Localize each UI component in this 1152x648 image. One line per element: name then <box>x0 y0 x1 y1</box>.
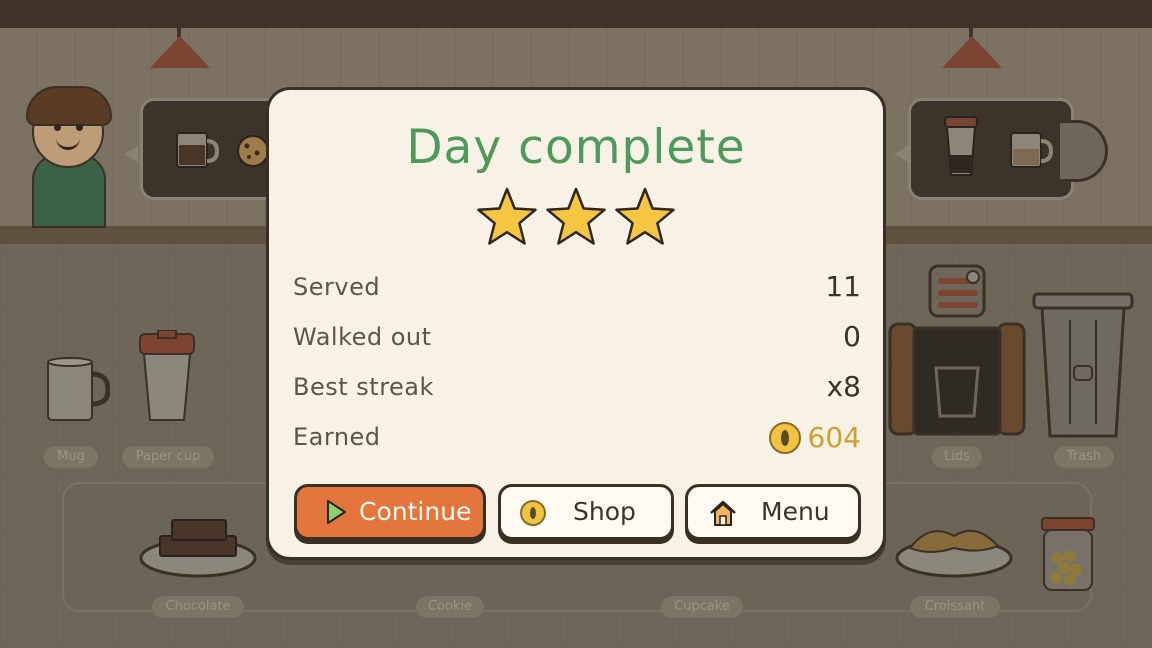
stat-row: Best streak x8 <box>293 367 861 407</box>
stat-label: Served <box>293 273 381 301</box>
star-rating <box>476 186 676 248</box>
play-icon <box>327 500 346 524</box>
menu-button[interactable]: Menu <box>685 484 861 540</box>
dialog-title: Day complete <box>406 120 746 175</box>
star-icon <box>615 187 675 245</box>
stat-value: x8 <box>826 370 861 403</box>
stat-value: 604 <box>768 417 861 458</box>
menu-button-label: Menu <box>761 497 830 526</box>
stat-label: Best streak <box>293 373 434 401</box>
star-icon <box>546 187 606 245</box>
day-complete-dialog: Day complete Continue Shop Menu Served 11… <box>266 87 886 560</box>
earned-amount: 604 <box>807 421 861 454</box>
stat-label: Earned <box>293 423 381 451</box>
coin-icon <box>768 422 801 454</box>
home-icon <box>710 500 736 526</box>
coin-icon <box>520 500 546 526</box>
stat-row: Served 11 <box>293 267 861 307</box>
stat-row: Earned 604 <box>293 417 861 457</box>
continue-button-label: Continue <box>359 497 472 526</box>
stat-label: Walked out <box>293 323 432 351</box>
shop-button[interactable]: Shop <box>498 484 674 540</box>
shop-button-label: Shop <box>573 497 636 526</box>
stat-value: 0 <box>843 320 861 353</box>
star-icon <box>477 187 537 245</box>
stat-value: 11 <box>825 270 861 303</box>
stat-row: Walked out 0 <box>293 317 861 357</box>
continue-button[interactable]: Continue <box>294 484 486 540</box>
